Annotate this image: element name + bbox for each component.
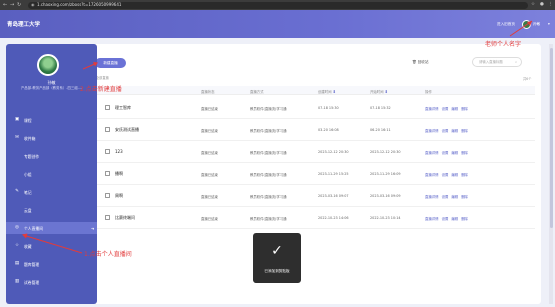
arrow-personal-live bbox=[22, 234, 83, 254]
annotation-step1: 1.点击个人直播间 bbox=[84, 251, 132, 258]
annotation-teacher-name: 老师个人名字 bbox=[485, 41, 522, 48]
arrowhead-personal-live bbox=[22, 233, 28, 239]
annotation-arrows bbox=[22, 20, 533, 254]
annotation-step2: 2.点击新建直播 bbox=[80, 86, 122, 93]
